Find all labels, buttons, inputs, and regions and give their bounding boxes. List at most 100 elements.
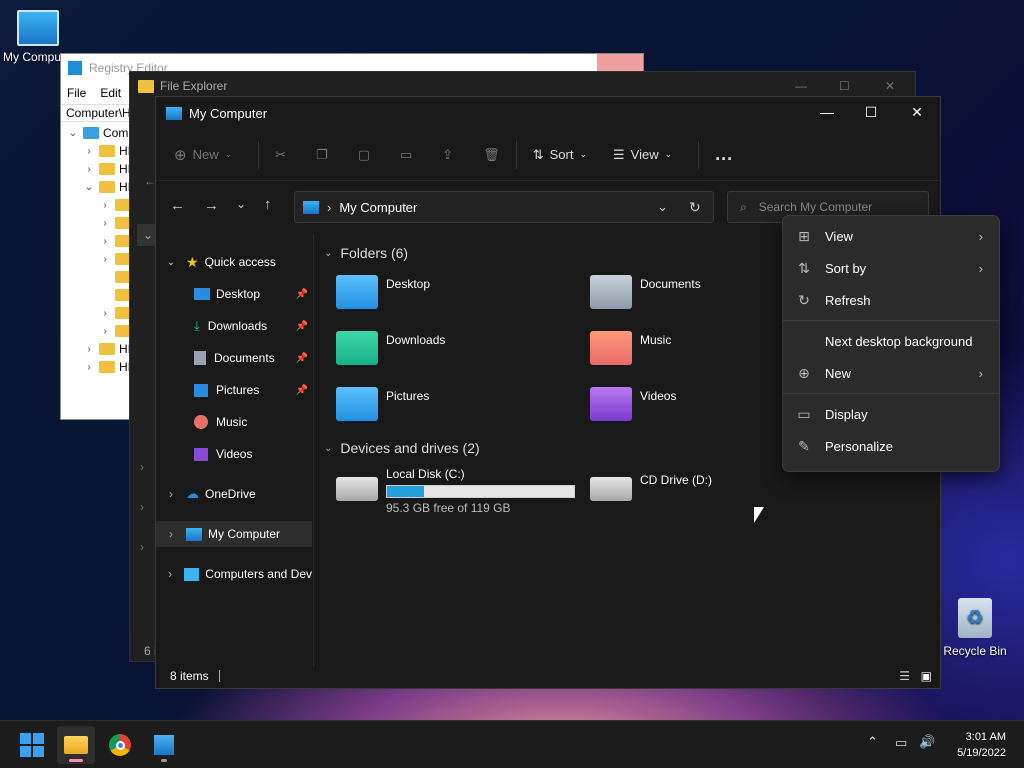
sort-icon: ⇅	[532, 146, 544, 162]
sidebar-item-onedrive[interactable]: › ☁ OneDrive	[156, 481, 312, 507]
back-button[interactable]: ←	[170, 197, 185, 214]
divider	[258, 140, 260, 169]
share-icon: ⇪	[442, 146, 454, 162]
sidebar-item-desktop[interactable]: Desktop 📌	[156, 281, 312, 307]
folders-group-header[interactable]: ⌄ Folders (6)	[324, 245, 408, 261]
paste-icon: ▢	[357, 146, 370, 162]
menu-item-sort-by[interactable]: ⇅ Sort by ›	[783, 253, 999, 283]
pin-icon[interactable]: 📌	[296, 321, 308, 332]
sidebar-item-network[interactable]: › Computers and Dev	[156, 561, 312, 587]
share-button[interactable]: ⇪	[442, 147, 453, 163]
volume-icon[interactable]: 🔊	[919, 734, 935, 750]
recent-locations-button[interactable]: ⌄	[236, 197, 246, 211]
pictures-folder-icon	[336, 387, 378, 421]
taskbar-chrome[interactable]	[101, 726, 139, 764]
sidebar-item-documents[interactable]: Documents 📌	[156, 345, 312, 371]
more-options-button[interactable]: ...	[715, 144, 733, 165]
minimize-button[interactable]: —	[804, 97, 850, 127]
monitor-icon	[166, 106, 182, 120]
chevron-up-icon[interactable]: ⌃	[867, 734, 878, 750]
command-bar: ⊕ New ⌄ ✂ ❐ ▢ ▭ ⇪ 🗑 ⇅ Sort ⌄ ☰ View ⌄ ...	[156, 129, 940, 181]
rename-button[interactable]: ▭	[400, 147, 412, 163]
sidebar-item-my-computer[interactable]: › My Computer	[156, 521, 312, 547]
large-icons-view-button[interactable]: ▣	[921, 669, 932, 683]
chevron-down-icon[interactable]: ⌄	[657, 199, 668, 215]
menu-item-view[interactable]: ⊞ View ›	[783, 221, 999, 251]
view-button[interactable]: ☰ View ⌄	[613, 147, 672, 163]
pin-icon[interactable]: 📌	[296, 289, 308, 300]
menu-item-refresh[interactable]: ↻ Refresh	[783, 285, 999, 315]
brush-icon: ✎	[798, 437, 810, 454]
download-icon: ⤓	[194, 318, 200, 333]
address-bar[interactable]: › My Computer ⌄ ↻	[294, 191, 714, 223]
close-button[interactable]: ✕	[885, 79, 895, 93]
folder-tile-music[interactable]: Music	[590, 331, 671, 365]
paste-button[interactable]: ▢	[358, 147, 370, 163]
desktop-icon-recycle-bin[interactable]: ♻ Recycle Bin	[940, 598, 1010, 658]
taskbar-registry-editor[interactable]	[145, 726, 183, 764]
folder-tile-pictures[interactable]: Pictures	[336, 387, 429, 421]
up-button[interactable]: ↑	[264, 196, 272, 213]
network-icon	[184, 567, 200, 581]
taskbar-file-explorer[interactable]	[57, 726, 95, 764]
close-button[interactable]: ✕	[894, 97, 940, 127]
forward-button[interactable]: →	[204, 197, 219, 214]
folder-tile-documents[interactable]: Documents	[590, 275, 701, 309]
sidebar-item-pictures[interactable]: Pictures 📌	[156, 377, 312, 403]
start-button[interactable]	[13, 726, 51, 764]
minimize-button[interactable]: —	[795, 79, 807, 93]
menu-edit[interactable]: Edit	[100, 86, 121, 100]
documents-folder-icon	[590, 275, 632, 309]
document-icon	[194, 351, 206, 365]
chevron-right-icon[interactable]: ›	[140, 540, 144, 554]
cloud-icon: ☁	[186, 486, 199, 501]
menu-item-personalize[interactable]: ✎ Personalize	[783, 431, 999, 461]
chevron-right-icon[interactable]: ›	[140, 500, 144, 514]
folder-tile-videos[interactable]: Videos	[590, 387, 676, 421]
plus-circle-icon: ⊕	[798, 364, 810, 381]
sidebar-item-music[interactable]: Music	[156, 409, 312, 435]
menu-separator	[783, 393, 999, 394]
details-view-button[interactable]: ☰	[899, 669, 910, 683]
refresh-button[interactable]: ↻	[689, 199, 701, 216]
mouse-cursor-icon	[754, 507, 764, 523]
folder-tile-desktop[interactable]: Desktop	[336, 275, 430, 309]
desktop-icon-label: My Computer	[3, 50, 63, 64]
copy-button[interactable]: ❐	[316, 147, 328, 163]
menu-item-next-background[interactable]: Next desktop background	[783, 326, 999, 356]
menu-item-new[interactable]: ⊕ New ›	[783, 358, 999, 388]
network-icon[interactable]: ▭	[895, 735, 907, 751]
breadcrumb[interactable]: My Computer	[339, 200, 417, 215]
delete-button[interactable]: 🗑	[483, 147, 500, 163]
sort-icon: ⇅	[798, 259, 810, 276]
maximize-button[interactable]: ☐	[848, 97, 894, 127]
item-count: 8 items	[170, 669, 209, 683]
divider	[515, 140, 517, 169]
search-icon: ⌕	[740, 199, 747, 214]
navigation-pane: ⌄ ★ Quick access Desktop 📌 ⤓ Downloads 📌 Docu…	[156, 235, 314, 667]
chevron-right-icon[interactable]: ›	[140, 460, 144, 474]
clock[interactable]: 3:01 AM 5/19/2022	[946, 729, 1006, 761]
pin-icon[interactable]: 📌	[296, 353, 308, 364]
drives-group-header[interactable]: ⌄ Devices and drives (2)	[324, 440, 480, 456]
sort-button[interactable]: ⇅ Sort ⌄	[533, 147, 587, 163]
status-divider	[218, 670, 220, 682]
drive-tile-d[interactable]: CD Drive (D:)	[590, 467, 712, 501]
divider	[698, 140, 700, 169]
sidebar-item-downloads[interactable]: ⤓ Downloads 📌	[156, 313, 312, 339]
display-icon: ▭	[797, 405, 811, 422]
cut-button[interactable]: ✂	[275, 147, 286, 163]
menu-file[interactable]: File	[67, 86, 86, 100]
folder-tile-downloads[interactable]: Downloads	[336, 331, 445, 365]
maximize-button[interactable]: ☐	[839, 79, 850, 93]
drive-tile-c[interactable]: Local Disk (C:) 95.3 GB free of 119 GB	[336, 467, 575, 515]
pin-icon[interactable]: 📌	[296, 385, 308, 396]
sidebar-item-videos[interactable]: Videos	[156, 441, 312, 467]
sidebar-item-quick-access[interactable]: ⌄ ★ Quick access	[156, 249, 312, 275]
more-icon: ...	[715, 144, 734, 164]
registry-icon	[68, 61, 82, 75]
chevron-right-icon: ›	[978, 260, 983, 276]
new-button[interactable]: ⊕ New ⌄	[174, 146, 232, 164]
copy-icon: ❐	[316, 146, 328, 162]
menu-item-display[interactable]: ▭ Display	[783, 399, 999, 429]
